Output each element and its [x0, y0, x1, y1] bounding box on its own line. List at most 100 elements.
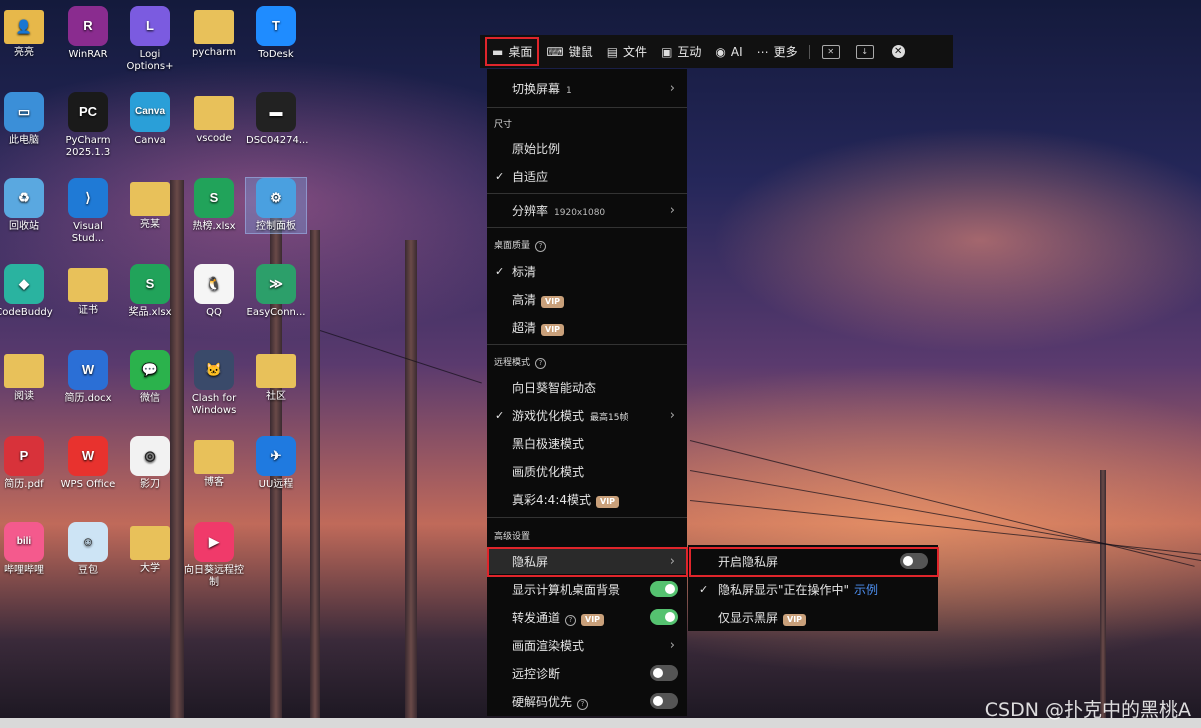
desktop-icon-label: 豆包 — [78, 565, 98, 576]
desktop-icon[interactable]: R WinRAR — [58, 6, 118, 61]
desktop-icon[interactable]: 博客 — [184, 436, 244, 489]
desktop-icon[interactable]: 💬 微信 — [120, 350, 180, 405]
menu-true-color[interactable]: 真彩4:4:4模式 VIP — [487, 486, 687, 512]
menu-high-label: 高清 — [512, 292, 537, 307]
help-icon[interactable]: ? — [535, 358, 547, 369]
menu-resolution[interactable]: 分辨率 1920x1080 › — [487, 197, 687, 223]
menu-quality-mode[interactable]: 画质优化模式 — [487, 458, 687, 484]
minimize-window-icon[interactable]: ✕ — [821, 44, 840, 59]
desktop-icon[interactable]: 亮某 — [120, 178, 180, 231]
highlight-privacy-screen — [487, 547, 688, 577]
image-file-icon: ▬ — [256, 92, 296, 132]
menu-show-background[interactable]: 显示计算机桌面背景 — [487, 576, 687, 602]
toolbar-keyboard-mouse-button[interactable]: ⌨ 键鼠 — [539, 35, 599, 68]
section-size-label: 尺寸 — [494, 120, 513, 130]
control-panel-icon: ⚙ — [256, 178, 296, 218]
wps-icon: W — [68, 436, 108, 476]
menu-standard-quality[interactable]: ✓ 标清 — [487, 258, 687, 284]
menu-bw-mode[interactable]: 黑白极速模式 — [487, 430, 687, 456]
menu-original-ratio-label: 原始比例 — [512, 141, 561, 156]
example-link[interactable]: 示例 — [854, 583, 878, 597]
checkmark-icon: ✓ — [699, 582, 709, 596]
menu-relay[interactable]: 转发通道? VIP — [487, 604, 687, 630]
menu-smart-dynamic[interactable]: 向日葵智能动态 — [487, 374, 687, 400]
desktop-icon-label: Canva — [134, 135, 166, 146]
desktop-icon[interactable]: S 热榜.xlsx — [184, 178, 244, 233]
wechat-icon: 💬 — [130, 350, 170, 390]
menu-adaptive[interactable]: ✓ 自适应 — [487, 163, 687, 189]
desktop-icon[interactable]: 证书 — [58, 264, 118, 317]
desktop-icon[interactable]: Canva Canva — [120, 92, 180, 147]
desktop-icon[interactable]: PC PyCharm 2025.1.3 — [58, 92, 118, 159]
desktop-icon[interactable]: pycharm — [184, 6, 244, 59]
submenu-black-only[interactable]: 仅显示黑屏 VIP — [688, 603, 938, 631]
toolbar-divider — [808, 44, 810, 59]
menu-original-ratio[interactable]: 原始比例 — [487, 135, 687, 161]
collapse-window-icon[interactable]: ↓ — [855, 44, 874, 59]
desktop-icon[interactable]: L Logi Options+ — [120, 6, 180, 73]
desktop-icon[interactable]: S 奖品.xlsx — [120, 264, 180, 319]
desktop-icon[interactable]: W WPS Office — [58, 436, 118, 491]
desktop-icon[interactable]: 大学 — [120, 522, 180, 575]
desktop-icon[interactable]: P 简历.pdf — [0, 436, 54, 491]
desktop-icon[interactable]: ▬ DSC04274... — [246, 92, 308, 147]
hw-decode-toggle[interactable] — [650, 693, 678, 709]
menu-switch-screen[interactable]: 切换屏幕 1 › — [487, 75, 687, 101]
menu-game-mode[interactable]: ✓ 游戏优化模式 最高15帧 › — [487, 402, 687, 428]
submenu-show-operating[interactable]: ✓ 隐私屏显示"正在操作中" 示例 — [688, 575, 938, 603]
folder-icon: ▤ — [606, 44, 619, 59]
desktop-icon[interactable]: ◎ 影刀 — [120, 436, 180, 491]
uu-remote-icon: ✈ — [256, 436, 296, 476]
desktop-icon[interactable]: 👤 亮亮 — [0, 6, 54, 59]
desktop-icon[interactable]: ✈ UU远程 — [246, 436, 306, 491]
wallpaper-bridge-post — [310, 230, 320, 728]
desktop-icon[interactable]: ≫ EasyConn... — [246, 264, 306, 319]
desktop-icon-label: 亮某 — [140, 219, 160, 230]
computer-icon: ▭ — [4, 92, 44, 132]
desktop-icon[interactable]: 阅读 — [0, 350, 54, 403]
desktop-icon[interactable]: 🐱 Clash for Windows — [184, 350, 244, 417]
toolbar-more-button[interactable]: ⋯ 更多 — [750, 35, 805, 68]
toolbar-interact-button[interactable]: ▣ 互动 — [654, 35, 708, 68]
desktop-icon[interactable]: T ToDesk — [246, 6, 306, 61]
menu-divider — [487, 193, 687, 194]
remote-diagnosis-toggle[interactable] — [650, 665, 678, 681]
desktop-icon-label: 大学 — [140, 563, 160, 574]
desktop-icon[interactable]: 🐧 QQ — [184, 264, 244, 319]
menu-hw-decode[interactable]: 硬解码优先? — [487, 688, 687, 714]
desktop-icon[interactable]: ▶ 向日葵远程控制 — [184, 522, 244, 589]
menu-ultra-quality[interactable]: 超清 VIP — [487, 314, 687, 340]
vip-badge: VIP — [596, 495, 620, 508]
menu-divider — [487, 227, 687, 228]
desktop-icon-label: CodeBuddy — [0, 307, 53, 318]
help-icon[interactable]: ? — [535, 241, 547, 252]
folder-icon — [130, 526, 170, 560]
help-icon[interactable]: ? — [577, 698, 589, 710]
close-icon[interactable]: ✕ — [891, 45, 905, 58]
relay-toggle[interactable] — [650, 609, 678, 625]
menu-quality-mode-label: 画质优化模式 — [512, 464, 585, 479]
desktop-icon[interactable]: ♻ 回收站 — [0, 178, 54, 233]
section-quality-label: 桌面质量 — [494, 241, 531, 251]
help-icon[interactable]: ? — [565, 614, 577, 626]
desktop-icon[interactable]: ◆ CodeBuddy — [0, 264, 54, 319]
desktop-icon[interactable]: W 简历.docx — [58, 350, 118, 405]
desktop-icon[interactable]: vscode — [184, 92, 244, 145]
desktop-icon[interactable]: ⚙ 控制面板 — [245, 177, 307, 234]
show-background-toggle[interactable] — [650, 581, 678, 597]
menu-remote-diagnosis[interactable]: 远控诊断 — [487, 660, 687, 686]
toolbar-desktop-button[interactable]: ▬ 桌面 — [485, 37, 540, 66]
desktop-icon-label: vscode — [196, 133, 232, 144]
toolbar-ai-button[interactable]: ◉ AI — [708, 35, 749, 68]
desktop-icon[interactable]: 社区 — [246, 350, 306, 403]
desktop-icon[interactable]: bili 哔哩哔哩 — [0, 522, 54, 577]
desktop-icon[interactable]: ⟩ Visual Stud... — [58, 178, 118, 245]
menu-high-quality[interactable]: 高清 VIP — [487, 286, 687, 312]
desktop-icon[interactable]: ☺ 豆包 — [58, 522, 118, 577]
toolbar-file-button[interactable]: ▤ 文件 — [600, 35, 654, 68]
recycle-bin-icon: ♻ — [4, 178, 44, 218]
menu-show-background-label: 显示计算机桌面背景 — [512, 582, 621, 597]
menu-render-mode[interactable]: 画面渲染模式 › — [487, 632, 687, 658]
desktop-icon[interactable]: ▭ 此电脑 — [0, 92, 54, 147]
folder-icon — [194, 10, 234, 44]
